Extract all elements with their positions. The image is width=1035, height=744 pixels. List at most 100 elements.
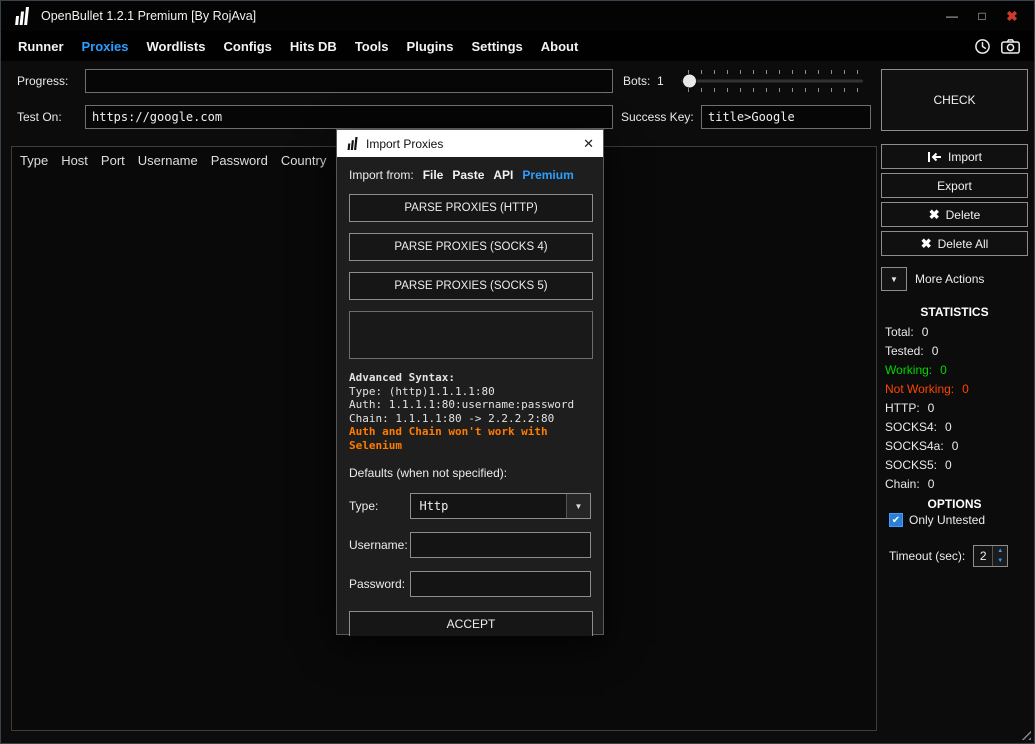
- close-button[interactable]: ✖: [998, 5, 1026, 27]
- timeout-value: 2: [974, 546, 992, 566]
- source-tab-api[interactable]: API: [493, 168, 513, 182]
- column-header-password[interactable]: Password: [211, 153, 268, 168]
- delete-all-button-label: Delete All: [938, 237, 989, 251]
- bots-slider[interactable]: [681, 69, 863, 93]
- type-select-value: Http: [411, 494, 566, 518]
- column-header-username[interactable]: Username: [138, 153, 198, 168]
- column-header-port[interactable]: Port: [101, 153, 125, 168]
- more-actions-label: More Actions: [915, 272, 984, 286]
- stat-total-value: 0: [922, 323, 929, 342]
- chevron-down-icon[interactable]: ▼: [881, 267, 907, 291]
- delete-all-button[interactable]: ✖ Delete All: [881, 231, 1028, 256]
- password-label: Password:: [349, 577, 410, 591]
- slider-ticks-top: [688, 70, 858, 74]
- minimize-button[interactable]: —: [938, 5, 966, 27]
- import-button-label: Import: [948, 150, 982, 164]
- proxy-paste-area[interactable]: [349, 311, 593, 359]
- only-untested-checkbox[interactable]: ✔: [889, 513, 903, 527]
- stat-tested-value: 0: [932, 342, 939, 361]
- options-title: OPTIONS: [881, 497, 1028, 511]
- import-from-row: Import from: File Paste API Premium: [349, 167, 591, 183]
- window-title: OpenBullet 1.2.1 Premium [By RojAva]: [41, 9, 256, 23]
- column-header-country[interactable]: Country: [281, 153, 327, 168]
- advanced-syntax-auth-line: Auth: 1.1.1.1:80:username:password: [349, 398, 591, 412]
- stat-total: Total:0: [885, 323, 969, 342]
- openbullet-logo-icon: [13, 6, 33, 26]
- type-label: Type:: [349, 499, 410, 513]
- stat-chain-value: 0: [928, 475, 935, 494]
- tab-configs[interactable]: Configs: [214, 35, 280, 58]
- camera-icon[interactable]: [1001, 39, 1020, 54]
- app-window: OpenBullet 1.2.1 Premium [By RojAva] — □…: [0, 0, 1035, 744]
- statistics-list: Total:0 Tested:0 Working:0 Not Working:0…: [885, 323, 969, 494]
- delete-icon: ✖: [929, 208, 940, 221]
- username-label: Username:: [349, 538, 410, 552]
- delete-button[interactable]: ✖ Delete: [881, 202, 1028, 227]
- tab-wordlists[interactable]: Wordlists: [137, 35, 214, 58]
- tab-about[interactable]: About: [532, 35, 588, 58]
- tab-plugins[interactable]: Plugins: [398, 35, 463, 58]
- stat-not-working-value: 0: [962, 380, 969, 399]
- more-actions-dropdown[interactable]: ▼ More Actions: [881, 265, 1028, 293]
- source-tab-premium[interactable]: Premium: [522, 168, 573, 182]
- combo-chevron-down-icon[interactable]: ▼: [566, 494, 590, 518]
- success-key-label: Success Key:: [621, 110, 694, 124]
- progress-bar: [85, 69, 613, 93]
- progress-label: Progress:: [17, 74, 68, 88]
- advanced-syntax-chain-line: Chain: 1.1.1.1:80 -> 2.2.2.2:80: [349, 412, 591, 426]
- slider-ticks-bottom: [688, 88, 858, 92]
- clock-icon[interactable]: [974, 38, 991, 55]
- column-header-host[interactable]: Host: [61, 153, 88, 168]
- success-key-input[interactable]: [701, 105, 871, 129]
- source-tab-paste[interactable]: Paste: [452, 168, 484, 182]
- advanced-syntax-title: Advanced Syntax:: [349, 371, 591, 385]
- import-from-label: Import from:: [349, 168, 414, 182]
- only-untested-label: Only Untested: [909, 513, 985, 527]
- parse-proxies-socks4-button[interactable]: PARSE PROXIES (SOCKS 4): [349, 233, 593, 261]
- export-button[interactable]: Export: [881, 173, 1028, 198]
- username-field-row: Username:: [349, 532, 591, 558]
- check-icon: ✔: [892, 515, 900, 526]
- advanced-syntax-block: Advanced Syntax: Type: (http)1.1.1.1:80 …: [349, 371, 591, 452]
- test-on-input[interactable]: [85, 105, 613, 129]
- stat-working-value: 0: [940, 361, 947, 380]
- username-field[interactable]: [410, 532, 591, 558]
- password-field-row: Password:: [349, 571, 591, 597]
- window-controls: — □ ✖: [938, 5, 1026, 27]
- stat-working: Working:0: [885, 361, 969, 380]
- window-titlebar[interactable]: OpenBullet 1.2.1 Premium [By RojAva] — □…: [1, 1, 1034, 31]
- slider-track[interactable]: [681, 80, 863, 83]
- bots-label: Bots:: [623, 74, 650, 88]
- spinner-up-icon[interactable]: ▲: [993, 546, 1007, 556]
- spinner-down-icon[interactable]: ▼: [993, 556, 1007, 566]
- source-tab-file[interactable]: File: [423, 168, 444, 182]
- accept-button[interactable]: ACCEPT: [349, 611, 593, 636]
- password-field[interactable]: [410, 571, 591, 597]
- timeout-stepper-arrows: ▲ ▼: [992, 546, 1007, 566]
- stat-http: HTTP:0: [885, 399, 969, 418]
- stat-socks5: SOCKS5:0: [885, 456, 969, 475]
- stat-tested: Tested:0: [885, 342, 969, 361]
- tab-settings[interactable]: Settings: [462, 35, 531, 58]
- tab-proxies[interactable]: Proxies: [73, 35, 138, 58]
- dialog-body: Import from: File Paste API Premium PARS…: [337, 157, 603, 636]
- type-select[interactable]: Http ▼: [410, 493, 591, 519]
- column-header-type[interactable]: Type: [20, 153, 48, 168]
- import-button[interactable]: Import: [881, 144, 1028, 169]
- tab-hitsdb[interactable]: Hits DB: [281, 35, 346, 58]
- dialog-close-icon[interactable]: ✕: [583, 136, 594, 152]
- dialog-logo-icon: [346, 137, 359, 150]
- timeout-row: Timeout (sec): 2 ▲ ▼: [889, 545, 1008, 567]
- maximize-button[interactable]: □: [968, 5, 996, 27]
- stat-socks5-value: 0: [945, 456, 952, 475]
- slider-thumb[interactable]: [683, 75, 696, 88]
- tab-runner[interactable]: Runner: [9, 35, 73, 58]
- parse-proxies-http-button[interactable]: PARSE PROXIES (HTTP): [349, 194, 593, 222]
- selenium-warning: Auth and Chain won't work with Selenium: [349, 425, 591, 452]
- right-sidebar: CHECK Import Export ✖ Delete ✖ Delete Al…: [881, 61, 1028, 741]
- timeout-stepper[interactable]: 2 ▲ ▼: [973, 545, 1008, 567]
- dialog-titlebar[interactable]: Import Proxies ✕: [337, 130, 603, 157]
- tab-tools[interactable]: Tools: [346, 35, 398, 58]
- parse-proxies-socks5-button[interactable]: PARSE PROXIES (SOCKS 5): [349, 272, 593, 300]
- check-button[interactable]: CHECK: [881, 69, 1028, 131]
